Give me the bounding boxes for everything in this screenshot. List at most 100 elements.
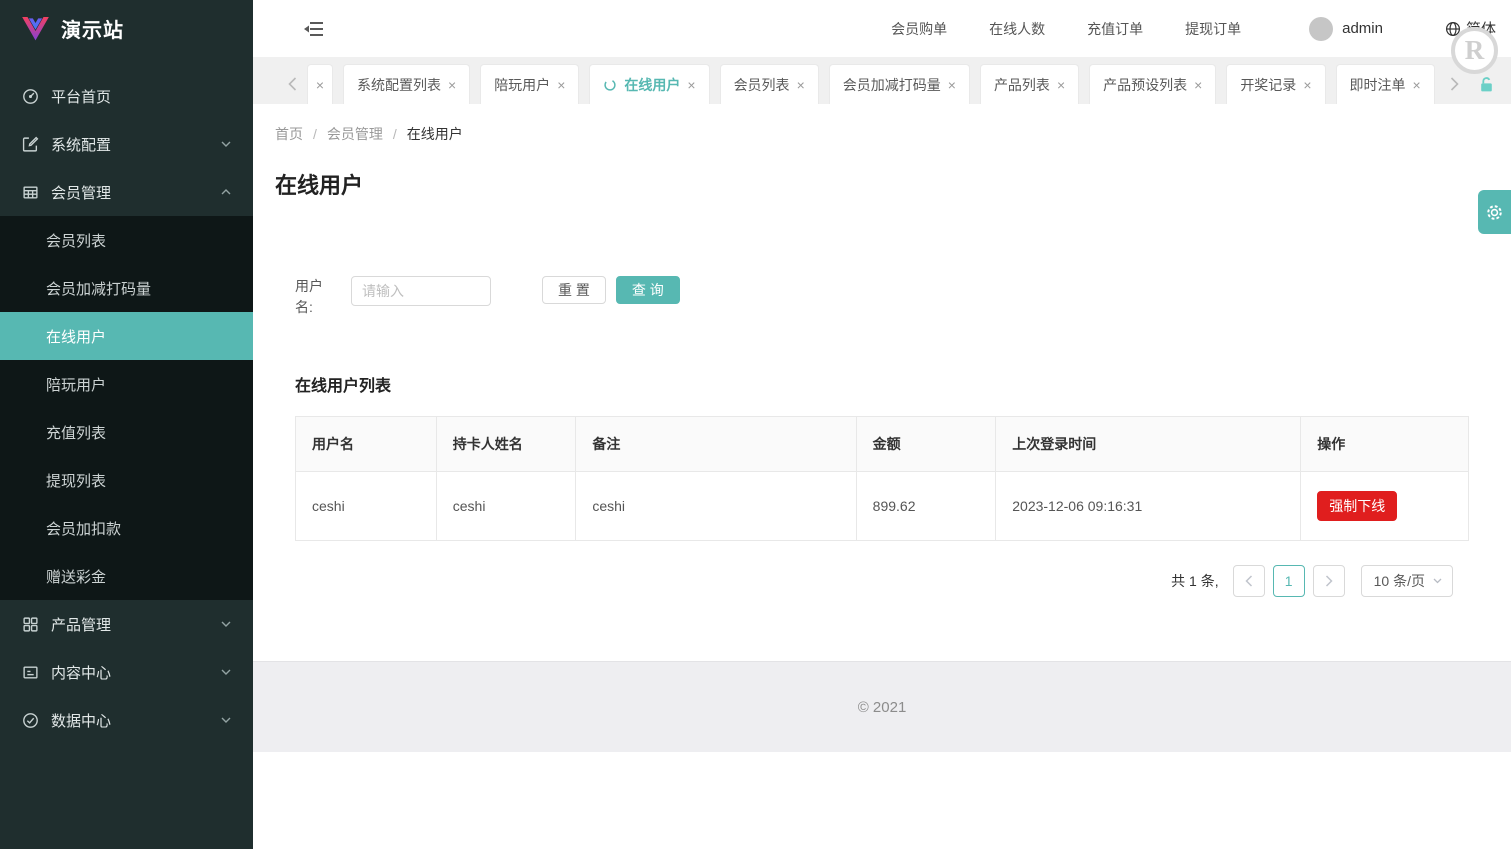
page-size-value: 10 条/页 xyxy=(1373,573,1425,589)
cell-username: ceshi xyxy=(295,471,437,541)
page-content: 首页 / 会员管理 / 在线用户 在线用户 用户名: 重 置 查 询 在线用户列… xyxy=(253,104,1511,661)
tab-label: 在线用户 xyxy=(624,76,681,93)
page-title: 在线用户 xyxy=(275,173,364,198)
close-icon[interactable]: × xyxy=(687,78,695,92)
registered-watermark: R xyxy=(1451,27,1498,74)
sidebar-item-gift-bonus[interactable]: 赠送彩金 xyxy=(0,552,253,600)
sidebar-item-system-config[interactable]: 系统配置 xyxy=(0,120,253,168)
chevron-down-icon xyxy=(221,621,231,627)
content-icon xyxy=(22,664,39,681)
tab-instant-bets[interactable]: 即时注单 × xyxy=(1335,64,1435,104)
prev-page-button[interactable] xyxy=(1232,565,1265,597)
logo-text: 演示站 xyxy=(61,20,124,42)
breadcrumb-member-management[interactable]: 会员管理 xyxy=(327,124,383,144)
sidebar-nav: 平台首页 系统配置 会员管理 会员列表 会员加减打码量 在线用户 陪玩用户 充值… xyxy=(0,57,253,744)
pagination: 共 1 条, 1 10 条/页 xyxy=(295,565,1469,597)
grid-icon xyxy=(22,616,39,633)
footer: © 2021 xyxy=(253,661,1511,752)
search-button[interactable]: 查 询 xyxy=(615,276,680,304)
tab-label: 陪玩用户 xyxy=(494,76,551,93)
sidebar-item-content-center[interactable]: 内容中心 xyxy=(0,648,253,696)
col-actions: 操作 xyxy=(1300,416,1469,472)
close-icon[interactable]: × xyxy=(557,78,565,92)
tabs-scroll-left-icon[interactable] xyxy=(281,64,303,104)
chevron-up-icon xyxy=(221,189,231,195)
cell-amount: 899.62 xyxy=(855,471,997,541)
sidebar: 演示站 平台首页 系统配置 会员管理 会员列表 会员加减打码量 在线用户 陪玩用… xyxy=(0,0,253,849)
tab-label: 即时注单 xyxy=(1349,76,1406,93)
menu-fold-icon[interactable] xyxy=(302,18,324,40)
online-users-table: 用户名 持卡人姓名 备注 金额 上次登录时间 操作 ceshi ceshi ce… xyxy=(295,416,1469,541)
tab-member-coding-amount[interactable]: 会员加减打码量 × xyxy=(828,64,970,104)
sidebar-item-withdraw-list[interactable]: 提现列表 xyxy=(0,456,253,504)
sidebar-item-member-management[interactable]: 会员管理 xyxy=(0,168,253,216)
breadcrumb-home[interactable]: 首页 xyxy=(275,124,303,144)
tab-lottery-records[interactable]: 开奖记录 × xyxy=(1226,64,1326,104)
tab-clipped[interactable]: × xyxy=(307,64,333,104)
tab-label: 会员列表 xyxy=(733,76,790,93)
sidebar-item-label: 产品管理 xyxy=(51,616,112,634)
sidebar-item-member-list[interactable]: 会员列表 xyxy=(0,216,253,264)
sidebar-item-online-users[interactable]: 在线用户 xyxy=(0,312,253,360)
breadcrumb-separator: / xyxy=(392,126,397,142)
check-circle-icon xyxy=(22,712,39,729)
sidebar-item-label: 数据中心 xyxy=(51,712,112,730)
unlock-icon[interactable] xyxy=(1478,76,1495,94)
tab-bar: × 系统配置列表 × 陪玩用户 × 在线用户 × 会员列表 × 会员加减打码量 … xyxy=(253,57,1511,104)
cell-last-login: 2023-12-06 09:16:31 xyxy=(995,471,1302,541)
next-page-button[interactable] xyxy=(1312,565,1345,597)
avatar xyxy=(1309,16,1334,41)
tab-product-list[interactable]: 产品列表 × xyxy=(979,64,1080,104)
tab-label: 产品列表 xyxy=(993,76,1050,93)
brand-v-icon xyxy=(22,16,49,41)
gear-icon xyxy=(1485,203,1504,222)
tab-label: 会员加减打码量 xyxy=(842,76,941,93)
header-right: 会员购单 在线人数 充值订单 提现订单 admin 简体 xyxy=(891,16,1496,41)
close-icon[interactable]: × xyxy=(316,78,324,92)
reset-button[interactable]: 重 置 xyxy=(542,276,606,304)
tab-member-list[interactable]: 会员列表 × xyxy=(719,64,819,104)
sidebar-item-companion-users[interactable]: 陪玩用户 xyxy=(0,360,253,408)
tab-online-users[interactable]: 在线用户 × xyxy=(589,64,710,104)
page-number-button[interactable]: 1 xyxy=(1272,565,1305,597)
filter-row: 用户名: 重 置 查 询 xyxy=(295,276,1469,318)
filter-panel: 用户名: 重 置 查 询 xyxy=(295,276,1469,318)
close-icon[interactable]: × xyxy=(948,78,956,92)
force-offline-button[interactable]: 强制下线 xyxy=(1317,491,1398,521)
close-icon[interactable]: × xyxy=(1413,78,1421,92)
sidebar-item-data-center[interactable]: 数据中心 xyxy=(0,696,253,744)
member-submenu: 会员列表 会员加减打码量 在线用户 陪玩用户 充值列表 提现列表 会员加扣款 赠… xyxy=(0,216,253,600)
sidebar-item-member-coding-amount[interactable]: 会员加减打码量 xyxy=(0,264,253,312)
sidebar-item-label: 平台首页 xyxy=(51,88,112,106)
sidebar-item-product-management[interactable]: 产品管理 xyxy=(0,600,253,648)
sidebar-item-recharge-list[interactable]: 充值列表 xyxy=(0,408,253,456)
sidebar-item-dashboard[interactable]: 平台首页 xyxy=(0,72,253,120)
close-icon[interactable]: × xyxy=(1057,78,1065,92)
header-link-recharge-orders[interactable]: 充值订单 xyxy=(1087,19,1143,39)
logo[interactable]: 演示站 xyxy=(0,0,253,57)
close-icon[interactable]: × xyxy=(1194,78,1202,92)
header-link-member-orders[interactable]: 会员购单 xyxy=(891,19,947,39)
tab-companion-users[interactable]: 陪玩用户 × xyxy=(480,64,580,104)
user-menu[interactable]: admin xyxy=(1309,16,1383,41)
breadcrumb-current: 在线用户 xyxy=(406,126,463,142)
col-amount: 金额 xyxy=(855,416,997,472)
list-title: 在线用户列表 xyxy=(295,378,392,395)
close-icon[interactable]: × xyxy=(448,78,456,92)
header-link-withdraw-orders[interactable]: 提现订单 xyxy=(1185,19,1241,39)
top-header: 会员购单 在线人数 充值订单 提现订单 admin 简体 xyxy=(253,0,1511,57)
settings-gear-button[interactable] xyxy=(1478,190,1511,234)
username-filter-input[interactable] xyxy=(351,276,491,306)
refresh-icon[interactable] xyxy=(603,78,617,92)
dashboard-icon xyxy=(22,88,39,105)
page-size-select[interactable]: 10 条/页 xyxy=(1360,565,1453,597)
chevron-down-icon xyxy=(221,717,231,723)
sidebar-item-member-adjustment[interactable]: 会员加扣款 xyxy=(0,504,253,552)
close-icon[interactable]: × xyxy=(797,78,805,92)
tab-system-config-list[interactable]: 系统配置列表 × xyxy=(343,64,471,104)
tab-product-preset-list[interactable]: 产品预设列表 × xyxy=(1089,64,1217,104)
table-header-row: 用户名 持卡人姓名 备注 金额 上次登录时间 操作 xyxy=(295,416,1469,472)
col-last-login: 上次登录时间 xyxy=(995,416,1302,472)
close-icon[interactable]: × xyxy=(1303,78,1311,92)
header-link-online-count[interactable]: 在线人数 xyxy=(989,19,1045,39)
